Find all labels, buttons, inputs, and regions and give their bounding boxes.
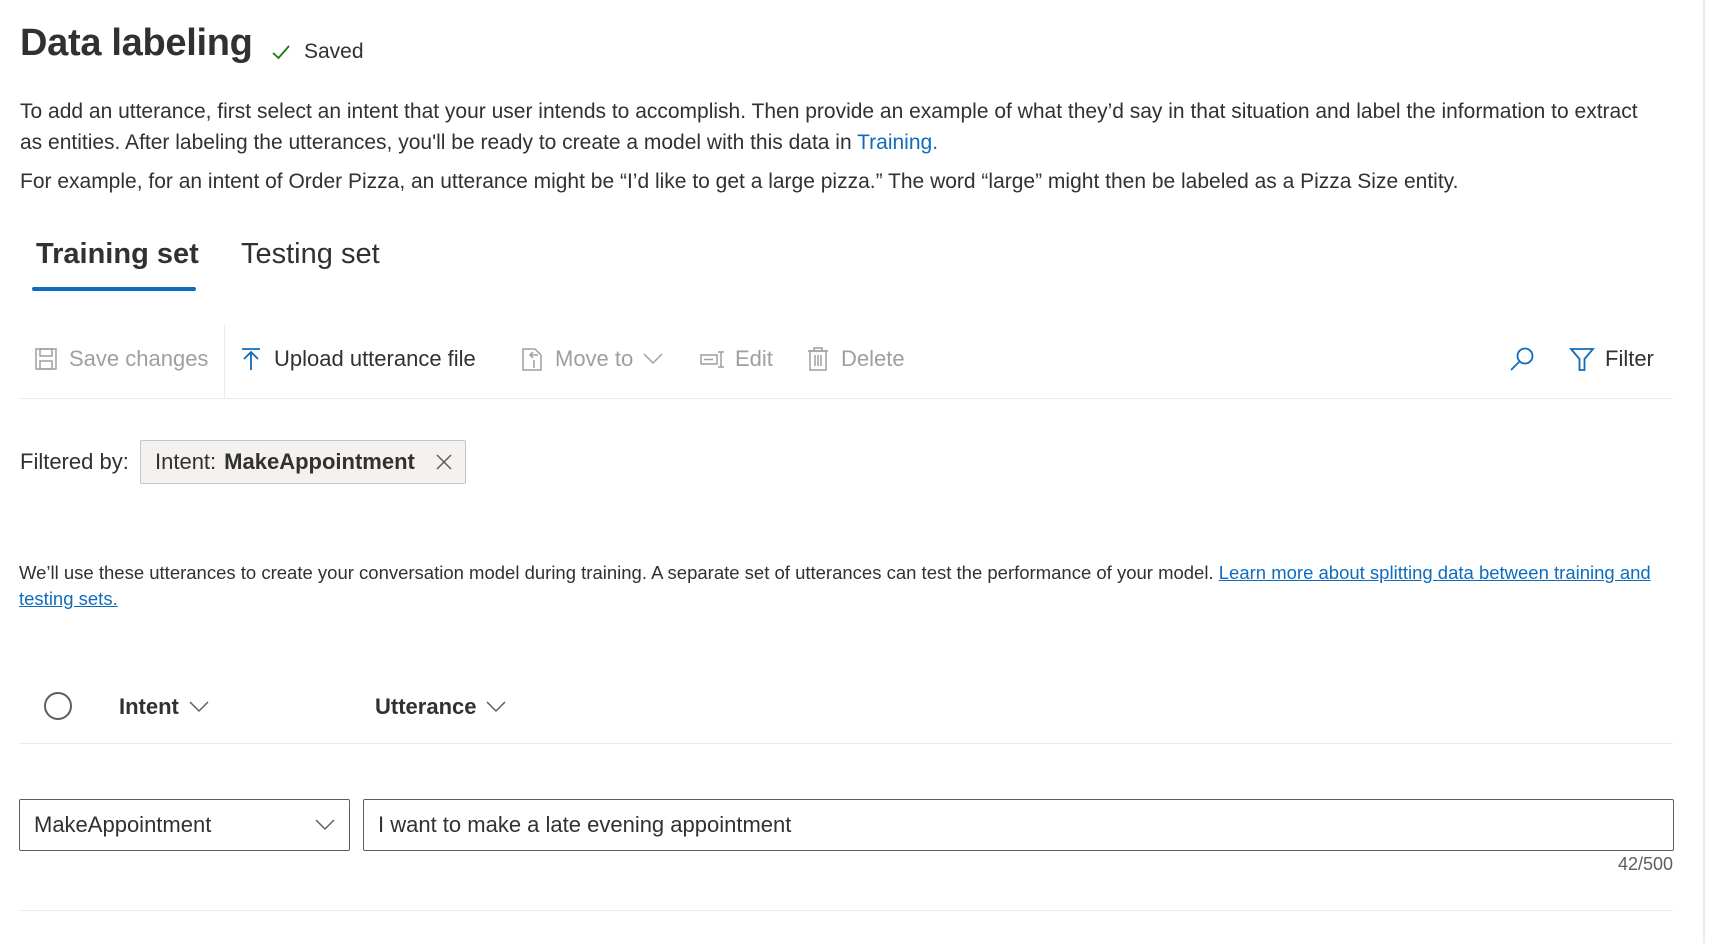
- delete-button[interactable]: Delete: [805, 320, 905, 398]
- save-changes-label: Save changes: [69, 346, 209, 371]
- training-link[interactable]: Training.: [857, 131, 938, 154]
- info-text: We’ll use these utterances to create you…: [19, 560, 1679, 612]
- upload-utterance-file-button[interactable]: Upload utterance file: [238, 320, 476, 398]
- column-header-intent[interactable]: Intent: [119, 694, 209, 720]
- move-to-icon: [522, 348, 542, 371]
- character-counter: 42/500: [1617, 854, 1673, 874]
- close-icon[interactable]: [435, 453, 453, 471]
- move-to-button[interactable]: Move to: [519, 320, 663, 398]
- trash-icon: [808, 347, 828, 371]
- filter-chip-value: MakeAppointment: [224, 449, 415, 474]
- edit-button[interactable]: Edit: [699, 320, 773, 398]
- tab-training-set[interactable]: Training set: [36, 238, 199, 271]
- scrollbar-track[interactable]: [1703, 0, 1705, 943]
- example-paragraph: For example, for an intent of Order Pizz…: [20, 170, 1459, 193]
- saved-status-text: Saved: [304, 40, 364, 63]
- filter-chip-key: Intent:: [155, 449, 217, 474]
- filter-button[interactable]: Filter: [1569, 320, 1654, 398]
- search-button[interactable]: [1509, 320, 1535, 398]
- info-description: We’ll use these utterances to create you…: [19, 562, 1219, 583]
- move-to-label: Move to: [555, 346, 634, 371]
- select-all-radio[interactable]: [44, 692, 72, 720]
- delete-label: Delete: [841, 346, 905, 371]
- toolbar: Save changes Upload utterance file Move …: [19, 320, 1673, 399]
- row-divider: [19, 910, 1673, 911]
- search-icon: [1510, 347, 1534, 371]
- toolbar-divider: [224, 324, 225, 398]
- page-title: Data labeling: [20, 22, 253, 64]
- active-tab-indicator: [32, 287, 196, 291]
- utterance-input[interactable]: [363, 799, 1674, 851]
- description-paragraph: To add an utterance, first select an int…: [20, 96, 1660, 158]
- upload-icon: [242, 348, 260, 370]
- checkmark-icon: [272, 45, 290, 60]
- save-status: Saved: [270, 40, 364, 64]
- edit-label: Edit: [735, 346, 773, 371]
- intent-column-label: Intent: [119, 694, 179, 719]
- save-changes-button[interactable]: Save changes: [33, 320, 208, 398]
- chevron-down-icon: [315, 819, 335, 831]
- description-text: To add an utterance, first select an int…: [20, 100, 1638, 154]
- filter-label: Filter: [1605, 346, 1654, 371]
- filter-icon: [1569, 348, 1595, 371]
- upload-label: Upload utterance file: [274, 346, 476, 371]
- chevron-down-icon: [189, 701, 209, 713]
- chevron-down-icon: [643, 353, 663, 365]
- column-header-utterance[interactable]: Utterance: [375, 694, 507, 720]
- table-header: Intent Utterance: [19, 680, 1673, 744]
- save-icon: [35, 348, 57, 370]
- intent-dropdown-value: MakeAppointment: [34, 812, 212, 837]
- intent-dropdown[interactable]: MakeAppointment: [19, 799, 350, 851]
- edit-icon: [700, 351, 724, 368]
- tab-testing-set[interactable]: Testing set: [241, 238, 380, 271]
- utterance-column-label: Utterance: [375, 694, 477, 719]
- chevron-down-icon: [486, 701, 507, 713]
- filtered-by-label: Filtered by:: [20, 449, 129, 474]
- filter-chip-intent[interactable]: Intent: MakeAppointment: [140, 440, 466, 484]
